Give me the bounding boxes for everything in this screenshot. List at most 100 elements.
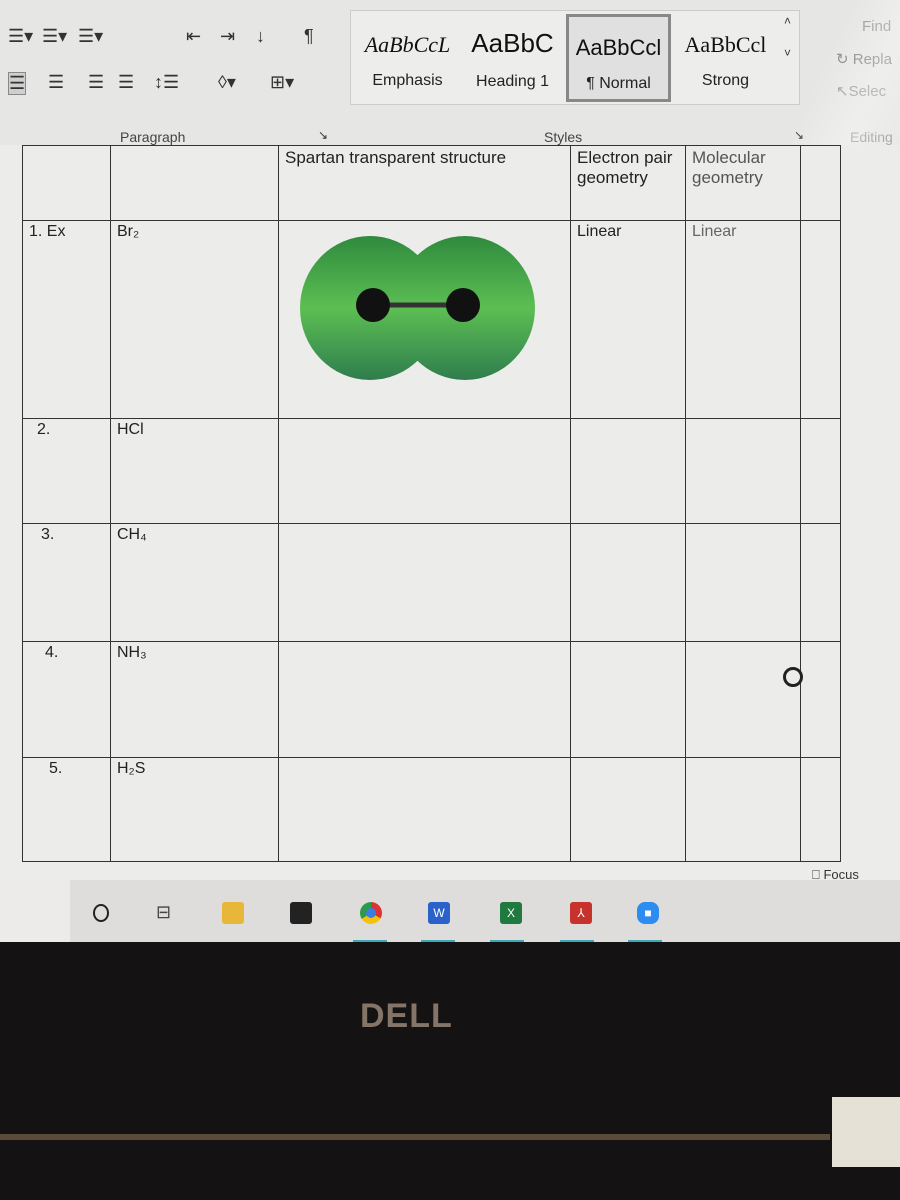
- cell[interactable]: [800, 641, 841, 758]
- table-row: 5. H₂S: [22, 757, 841, 862]
- style-heading-1[interactable]: AaBbC Heading 1: [460, 14, 565, 102]
- molecular-geometry[interactable]: [685, 523, 801, 642]
- br-atom: [356, 288, 390, 322]
- excel-icon[interactable]: X: [500, 902, 522, 924]
- row-number[interactable]: 2.: [22, 418, 111, 524]
- structure-cell[interactable]: [278, 523, 571, 642]
- editing-group-label: Editing: [850, 129, 893, 145]
- electron-pair-geometry[interactable]: [570, 523, 686, 642]
- electron-pair-geometry[interactable]: Linear: [570, 220, 686, 419]
- word-icon[interactable]: W: [428, 902, 450, 924]
- acrobat-icon[interactable]: ⅄: [570, 902, 592, 924]
- select-button[interactable]: ↖Selec: [836, 82, 886, 100]
- zoom-icon[interactable]: ■: [637, 902, 659, 924]
- br2-molecule-image: [300, 236, 535, 380]
- molecular-geometry[interactable]: [685, 418, 801, 524]
- row-number[interactable]: 3.: [22, 523, 111, 642]
- style-sample: AaBbC: [471, 28, 554, 58]
- molecule-table: Spartan transparent structure Electron p…: [22, 145, 841, 862]
- table-row: 1. Ex Br₂ Linear Linear: [22, 220, 841, 419]
- select-label: Selec: [848, 83, 887, 100]
- style-sample: AaBbCcL: [364, 32, 451, 57]
- scroll-down-icon[interactable]: ˅: [784, 46, 791, 60]
- shading-icon[interactable]: ◊▾: [218, 72, 236, 93]
- align-left-icon[interactable]: ☰: [8, 72, 27, 95]
- cursor-ring: [783, 667, 803, 687]
- cell[interactable]: [800, 418, 841, 524]
- style-emphasis[interactable]: AaBbCcL Emphasis: [355, 14, 460, 102]
- style-label: Strong: [701, 72, 750, 89]
- electron-pair-geometry[interactable]: [570, 757, 686, 862]
- electron-pair-geometry[interactable]: [570, 641, 686, 758]
- style-sample: AaBbCcl: [684, 32, 767, 57]
- structure-cell[interactable]: [278, 418, 571, 524]
- style-label: ¶ Normal: [586, 75, 651, 92]
- search-box[interactable]: [0, 880, 70, 942]
- justify-icon[interactable]: ☰: [118, 72, 134, 93]
- sort-icon[interactable]: ↓: [256, 26, 265, 47]
- header-cell[interactable]: [110, 145, 279, 221]
- structure-cell[interactable]: [278, 757, 571, 862]
- header-electron-pair-geometry[interactable]: Electron pair geometry: [570, 145, 686, 221]
- laptop-bezel: DELL: [0, 942, 900, 1200]
- cell[interactable]: [800, 220, 841, 419]
- borders-icon[interactable]: ⊞▾: [270, 72, 294, 93]
- structure-cell[interactable]: [278, 641, 571, 758]
- decrease-indent-icon[interactable]: ⇤: [186, 26, 201, 47]
- line-spacing-icon[interactable]: ↕☰: [154, 72, 179, 93]
- molecular-geometry[interactable]: [685, 641, 801, 758]
- paragraph-dialog-launcher-icon[interactable]: ↘: [318, 128, 328, 142]
- pilcrow-icon[interactable]: ¶: [304, 26, 314, 47]
- formula[interactable]: NH₃: [110, 641, 279, 758]
- hinge: [0, 1134, 830, 1140]
- document-area: Spartan transparent structure Electron p…: [0, 145, 900, 882]
- row-number[interactable]: 4.: [22, 641, 111, 758]
- formula[interactable]: Br₂: [110, 220, 279, 419]
- table-row: 3. CH₄: [22, 523, 841, 642]
- paper: [832, 1097, 900, 1167]
- find-button[interactable]: Find: [862, 18, 891, 35]
- electron-pair-geometry[interactable]: [570, 418, 686, 524]
- formula[interactable]: CH₄: [110, 523, 279, 642]
- chrome-icon[interactable]: [360, 902, 382, 924]
- molecular-geometry[interactable]: [685, 757, 801, 862]
- style-label: Heading 1: [476, 73, 549, 90]
- table-header-row: Spartan transparent structure Electron p…: [22, 145, 841, 221]
- styles-group-label: Styles: [544, 129, 583, 145]
- cortana-icon[interactable]: [93, 904, 109, 922]
- replace-icon: ↻: [836, 51, 849, 68]
- increase-indent-icon[interactable]: ⇥: [220, 26, 235, 47]
- header-cell[interactable]: [22, 145, 111, 221]
- cursor-icon: ↖: [836, 83, 849, 100]
- store-icon[interactable]: [290, 902, 312, 924]
- header-molecular-geometry[interactable]: Molecular geometry: [685, 145, 801, 221]
- row-number[interactable]: 5.: [22, 757, 111, 862]
- formula[interactable]: H₂S: [110, 757, 279, 862]
- style-strong[interactable]: AaBbCcl Strong: [673, 14, 778, 102]
- table-row: 4. NH₃: [22, 641, 841, 758]
- style-sample: AaBbCcl: [575, 35, 662, 60]
- numbering-icon[interactable]: ☰▾: [42, 26, 67, 47]
- molecular-geometry[interactable]: Linear: [685, 220, 801, 419]
- cell[interactable]: [800, 523, 841, 642]
- style-normal[interactable]: AaBbCcl ¶ Normal: [566, 14, 671, 102]
- header-cell[interactable]: [800, 145, 841, 221]
- scroll-up-icon[interactable]: ˄: [784, 14, 791, 28]
- center-icon[interactable]: ☰: [48, 72, 64, 93]
- table-row: 2. HCl: [22, 418, 841, 524]
- styles-dialog-launcher-icon[interactable]: ↘: [794, 128, 804, 142]
- row-number[interactable]: 1. Ex: [22, 220, 111, 419]
- file-explorer-icon[interactable]: [222, 902, 244, 924]
- formula[interactable]: HCl: [110, 418, 279, 524]
- structure-cell[interactable]: [278, 220, 571, 419]
- multilevel-list-icon[interactable]: ☰▾: [78, 26, 103, 47]
- style-label: Emphasis: [372, 72, 443, 89]
- cell[interactable]: [800, 757, 841, 862]
- replace-button[interactable]: ↻ Repla: [836, 50, 892, 68]
- header-structure[interactable]: Spartan transparent structure: [278, 145, 571, 221]
- bullets-icon[interactable]: ☰▾: [8, 26, 33, 47]
- br-atom: [446, 288, 480, 322]
- task-view-icon[interactable]: ⊟: [156, 902, 171, 923]
- align-right-icon[interactable]: ☰: [88, 72, 104, 93]
- dell-logo: DELL: [360, 997, 453, 1035]
